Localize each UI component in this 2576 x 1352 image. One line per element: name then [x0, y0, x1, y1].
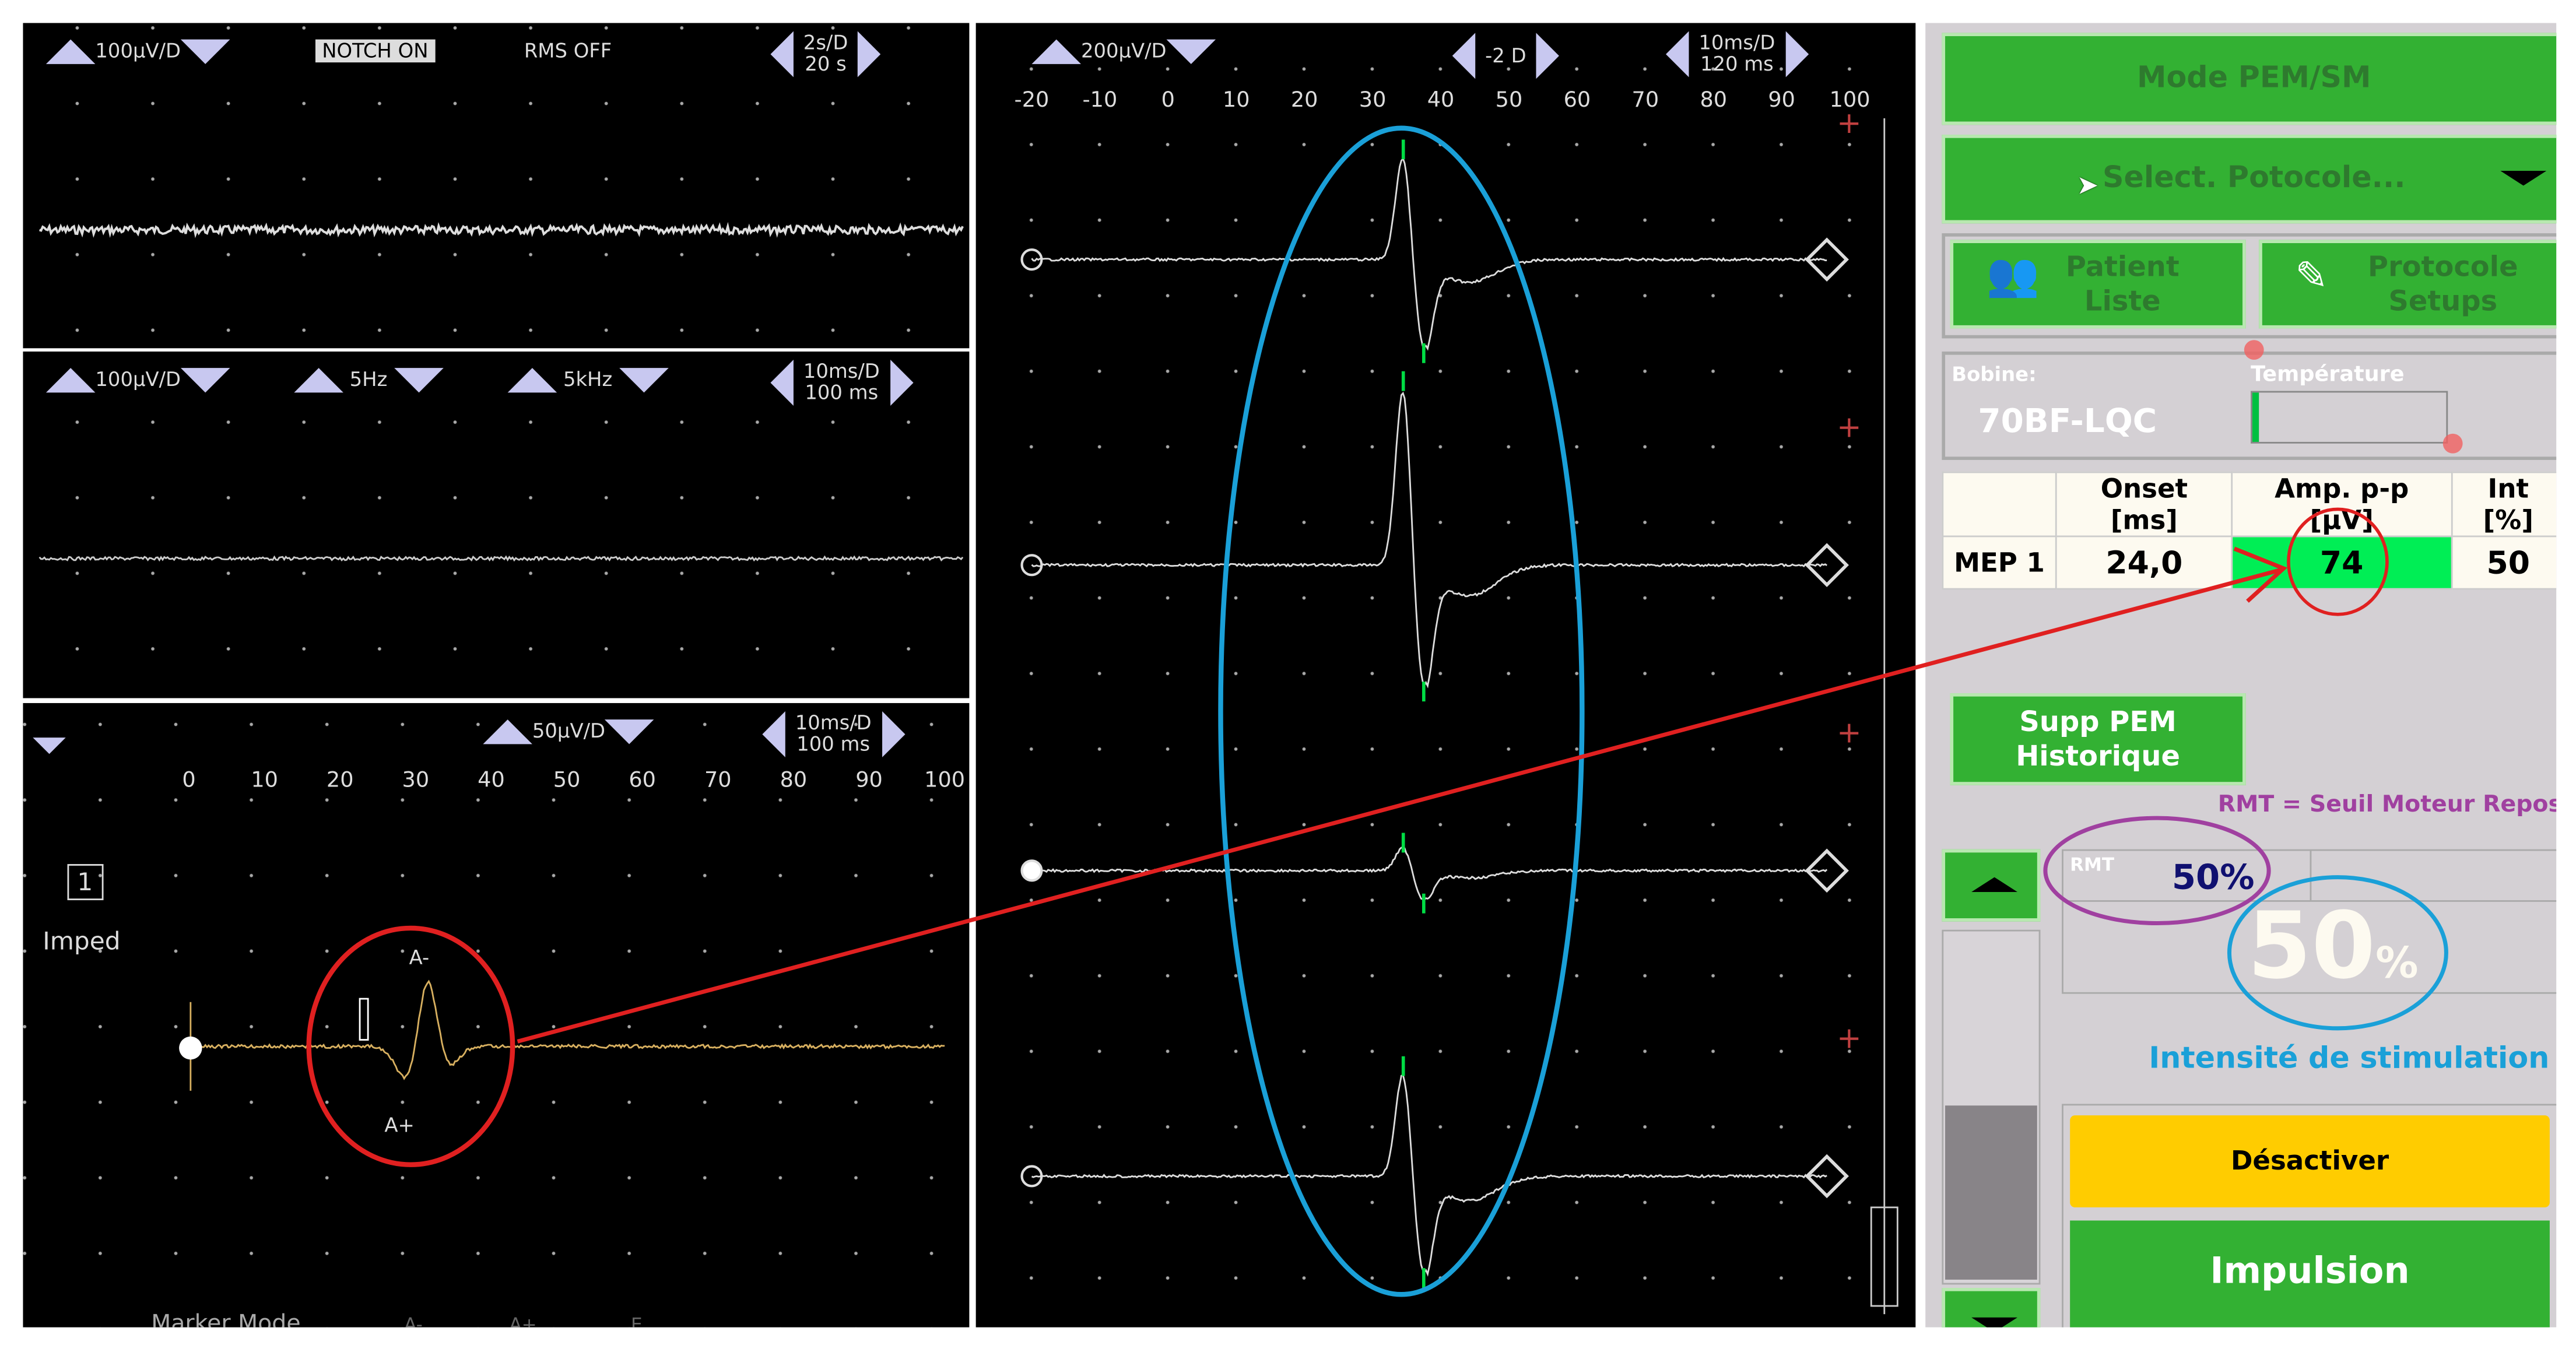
- marker-dot: [2442, 433, 2463, 454]
- highlight-ellipse-rmt: [2043, 816, 2271, 926]
- free-run-trace: [39, 222, 964, 238]
- raw-emg-trace: [38, 555, 964, 562]
- add-trace-icon: +: [1837, 409, 1861, 444]
- trace-handle-icon: [1020, 859, 1043, 882]
- mep-trace-1: [1031, 156, 1827, 351]
- emg-tms-app: 100µV/D NOTCH ON RMS OFF 2s/D 20 s 100µV/…: [0, 0, 2576, 1352]
- traces-and-annotations: + + + +: [38, 106, 2463, 1315]
- trace-handle-icon: [179, 1036, 202, 1060]
- mep-trace-4: [1031, 1073, 1827, 1277]
- marker-dot: [2244, 340, 2264, 360]
- highlight-ellipse-blue: [1218, 125, 1585, 1297]
- add-trace-icon: +: [1837, 106, 1861, 140]
- add-trace-icon: +: [1837, 715, 1861, 750]
- mep-trace-2: [1031, 391, 1827, 689]
- highlight-ellipse-intensity: [2227, 875, 2448, 1031]
- add-trace-icon: +: [1837, 1021, 1861, 1055]
- highlight-circle-amplitude: [2287, 507, 2389, 616]
- annotation-arrow: [517, 568, 2281, 1044]
- onset-marker: [359, 998, 369, 1041]
